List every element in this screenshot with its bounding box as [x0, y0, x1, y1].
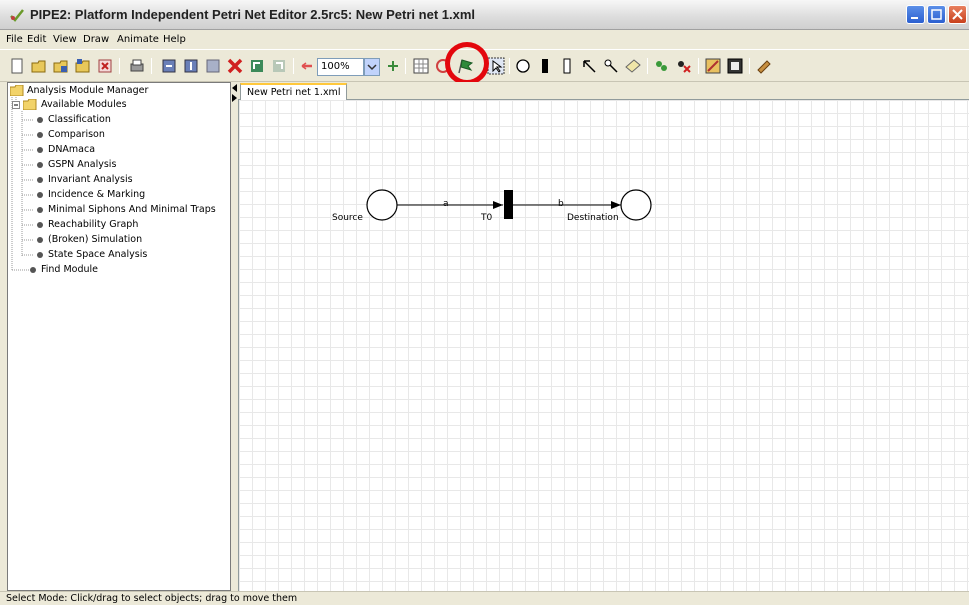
- minimize-icon: [911, 17, 918, 19]
- module-bullet-icon: [37, 117, 43, 123]
- module-label: Classification: [48, 114, 111, 125]
- collapse-icon[interactable]: [12, 101, 20, 109]
- module-bullet-icon: [37, 147, 43, 153]
- app-window: PIPE2: Platform Independent Petri Net Ed…: [0, 0, 969, 605]
- module-bullet-icon: [37, 207, 43, 213]
- petri-net-diagram: Source a T0 b Destination: [332, 189, 652, 223]
- find-module-label: Find Module: [41, 264, 99, 275]
- pipe-app-icon: [10, 9, 24, 22]
- module-label: (Broken) Simulation: [48, 234, 143, 245]
- zoom-in-icon[interactable]: [384, 57, 402, 75]
- redo-icon[interactable]: [270, 57, 288, 75]
- annotation-icon[interactable]: [624, 57, 642, 75]
- copy-icon[interactable]: [182, 57, 200, 75]
- new-file-icon[interactable]: [8, 57, 26, 75]
- highlight-ring: [445, 42, 489, 85]
- minimize-button[interactable]: [906, 5, 925, 24]
- zoom-out-icon[interactable]: [298, 57, 316, 75]
- module-label: Reachability Graph: [48, 219, 139, 230]
- toolbar-separator: [151, 58, 152, 74]
- rate-parameter-icon[interactable]: [704, 57, 722, 75]
- folder-icon: [10, 85, 24, 96]
- marking-parameter-icon[interactable]: [726, 57, 744, 75]
- module-label: Invariant Analysis: [48, 174, 133, 185]
- module-bullet-icon: [37, 237, 43, 243]
- maximize-button[interactable]: [927, 5, 946, 24]
- tree-root-label: Analysis Module Manager: [27, 85, 149, 96]
- splitter-arrows-icon[interactable]: [231, 82, 238, 112]
- menu-edit[interactable]: Edit: [27, 34, 46, 45]
- arc-b-label: b: [558, 199, 564, 209]
- module-bullet-icon: [37, 192, 43, 198]
- toolbar-separator: [119, 58, 120, 74]
- menu-animate[interactable]: Animate: [117, 34, 159, 45]
- zoom-dropdown-button[interactable]: [364, 58, 380, 76]
- fast-draw-icon[interactable]: [755, 57, 773, 75]
- module-label: GSPN Analysis: [48, 159, 117, 170]
- menu-bar: File Edit View Draw Animate Help: [0, 31, 969, 49]
- paste-icon[interactable]: [204, 57, 222, 75]
- timed-transition-icon[interactable]: [558, 57, 576, 75]
- arc-a-label: a: [443, 199, 449, 209]
- tab-new-petri-net[interactable]: New Petri net 1.xml: [240, 83, 348, 101]
- menu-file[interactable]: File: [6, 34, 23, 45]
- save-as-icon[interactable]: [74, 57, 92, 75]
- module-label: Minimal Siphons And Minimal Traps: [48, 204, 216, 215]
- immediate-transition-icon[interactable]: [536, 57, 554, 75]
- analysis-module-tree: Analysis Module Manager Available Module…: [7, 82, 231, 591]
- title-bar[interactable]: PIPE2: Platform Independent Petri Net Ed…: [0, 0, 969, 30]
- place-destination[interactable]: [620, 189, 652, 221]
- module-bullet-icon: [30, 267, 36, 273]
- module-bullet-icon: [37, 162, 43, 168]
- grid-icon[interactable]: [412, 57, 430, 75]
- menu-draw[interactable]: Draw: [83, 34, 109, 45]
- delete-token-icon[interactable]: [675, 57, 693, 75]
- transition-t0-label: T0: [480, 213, 492, 223]
- place-destination-label: Destination: [567, 213, 619, 223]
- toolbar-separator: [749, 58, 750, 74]
- inhibitor-arc-icon[interactable]: [602, 57, 620, 75]
- tree-group-label: Available Modules: [41, 99, 127, 110]
- open-folder-icon: [23, 99, 37, 110]
- delete-icon[interactable]: [226, 57, 244, 75]
- pane-splitter[interactable]: [231, 82, 238, 591]
- window-title: PIPE2: Platform Independent Petri Net Ed…: [30, 7, 476, 22]
- toolbar-separator: [647, 58, 648, 74]
- toolbar-separator: [509, 58, 510, 74]
- module-label: Comparison: [48, 129, 105, 140]
- close-button[interactable]: [948, 5, 967, 24]
- place-source[interactable]: [366, 189, 398, 221]
- maximize-icon: [931, 9, 942, 20]
- menu-view[interactable]: View: [53, 34, 77, 45]
- add-token-icon[interactable]: [653, 57, 671, 75]
- close-icon: [952, 9, 963, 20]
- close-file-icon[interactable]: [96, 57, 114, 75]
- zoom-input[interactable]: 100%: [317, 58, 364, 76]
- select-icon[interactable]: [487, 57, 505, 75]
- place-source-label: Source: [332, 213, 363, 223]
- module-bullet-icon: [37, 252, 43, 258]
- place-icon[interactable]: [514, 57, 532, 75]
- toolbar-separator: [293, 58, 294, 74]
- module-bullet-icon: [37, 132, 43, 138]
- cut-icon[interactable]: [160, 57, 178, 75]
- transition-t0[interactable]: [504, 190, 513, 219]
- module-label: State Space Analysis: [48, 249, 148, 260]
- module-bullet-icon: [37, 177, 43, 183]
- menu-help[interactable]: Help: [163, 34, 186, 45]
- chevron-down-icon: [367, 64, 377, 71]
- toolbar-separator: [405, 58, 406, 74]
- petri-net-canvas[interactable]: Source a T0 b Destination: [238, 100, 969, 591]
- open-file-icon[interactable]: [30, 57, 48, 75]
- toolbar-separator: [698, 58, 699, 74]
- undo-icon[interactable]: [248, 57, 266, 75]
- document-tab-strip: New Petri net 1.xml: [238, 82, 969, 101]
- status-bar: Select Mode: Click/drag to select object…: [0, 591, 969, 605]
- arc-icon[interactable]: [580, 57, 598, 75]
- save-icon[interactable]: [52, 57, 70, 75]
- module-label: Incidence & Marking: [48, 189, 146, 200]
- module-label: DNAmaca: [48, 144, 96, 155]
- module-bullet-icon: [37, 222, 43, 228]
- print-icon[interactable]: [128, 57, 146, 75]
